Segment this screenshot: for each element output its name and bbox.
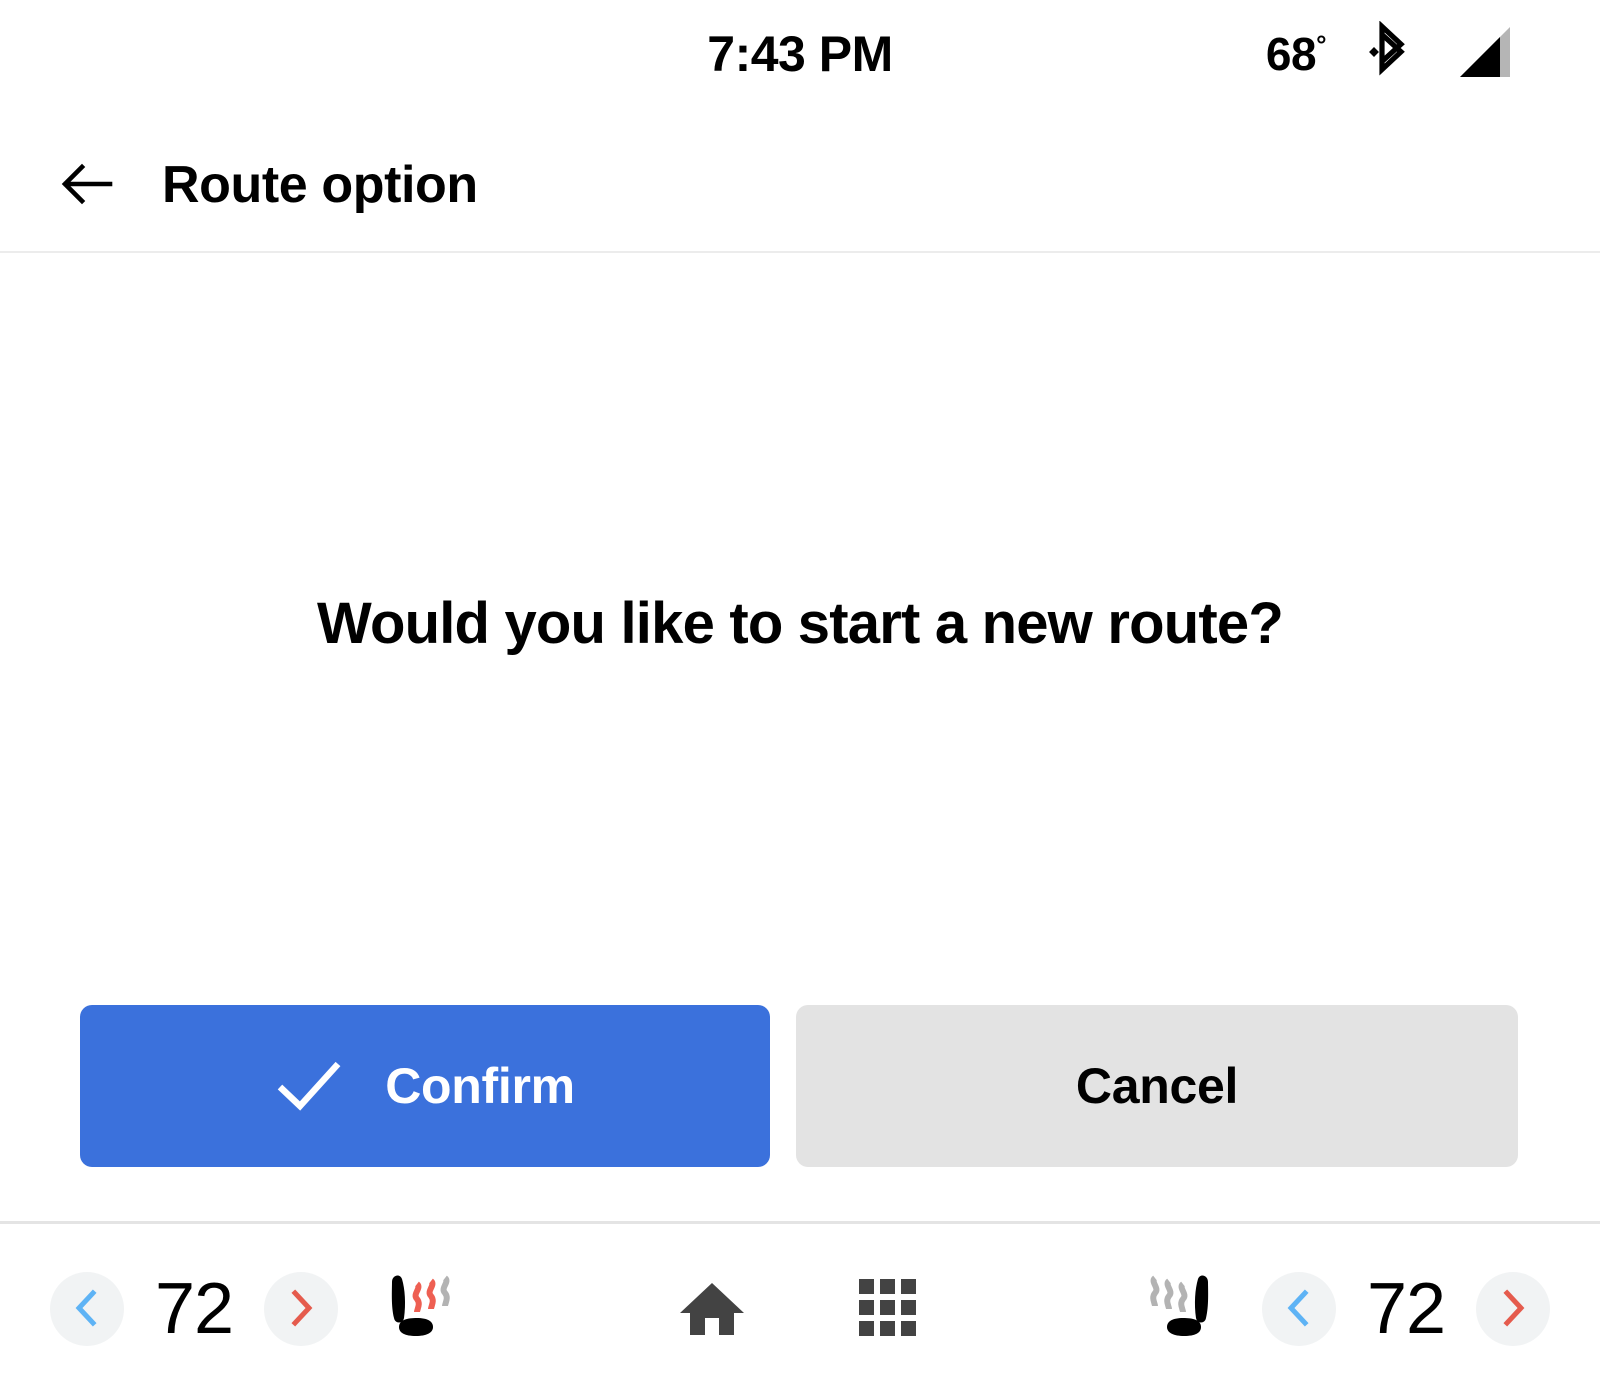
driver-temp-value: 72 — [154, 1269, 234, 1349]
apps-button[interactable] — [846, 1267, 930, 1351]
confirm-button[interactable]: Confirm — [80, 1005, 770, 1167]
outside-temperature: 68° — [1265, 22, 1327, 86]
home-icon — [676, 1272, 748, 1347]
passenger-seat-heater-button[interactable] — [1124, 1259, 1234, 1359]
driver-temp-decrease-button[interactable] — [50, 1272, 124, 1346]
system-nav — [476, 1267, 1124, 1351]
dialog-actions: Confirm Cancel — [80, 1005, 1518, 1167]
passenger-temp-decrease-button[interactable] — [1262, 1272, 1336, 1346]
degree-symbol: ° — [1316, 29, 1326, 60]
prompt-text: Would you like to start a new route? — [317, 591, 1284, 656]
heated-seat-icon — [1131, 1266, 1227, 1353]
passenger-temp-increase-button[interactable] — [1476, 1272, 1550, 1346]
cancel-button-label: Cancel — [1075, 1058, 1239, 1114]
main-content: Would you like to start a new route? Con… — [0, 253, 1600, 1222]
cellular-signal-icon — [1454, 21, 1516, 88]
home-button[interactable] — [670, 1267, 754, 1351]
bottom-bar: 72 72 — [0, 1224, 1600, 1394]
driver-climate-control: 72 — [50, 1259, 476, 1359]
bluetooth-icon — [1368, 20, 1412, 88]
driver-temp-increase-button[interactable] — [264, 1272, 338, 1346]
chevron-left-icon — [70, 1288, 104, 1331]
back-arrow-icon — [60, 156, 116, 215]
cancel-button[interactable]: Cancel — [796, 1005, 1518, 1167]
chevron-right-icon — [284, 1288, 318, 1331]
chevron-left-icon — [1282, 1288, 1316, 1331]
page-title: Route option — [162, 156, 478, 214]
confirm-button-label: Confirm — [385, 1058, 575, 1114]
app-bar: Route option — [0, 118, 1600, 252]
apps-grid-icon — [855, 1275, 921, 1344]
passenger-climate-control: 72 — [1124, 1259, 1600, 1359]
status-bar: 7:43 PM 68° — [0, 0, 1600, 118]
check-icon — [275, 1057, 343, 1116]
chevron-right-icon — [1496, 1288, 1530, 1331]
outside-temperature-value: 68 — [1265, 28, 1317, 80]
back-button[interactable] — [60, 157, 116, 213]
heated-seat-icon — [373, 1266, 469, 1353]
passenger-temp-value: 72 — [1366, 1269, 1446, 1349]
driver-seat-heater-button[interactable] — [366, 1259, 476, 1359]
status-indicators: 68° — [1265, 20, 1516, 88]
